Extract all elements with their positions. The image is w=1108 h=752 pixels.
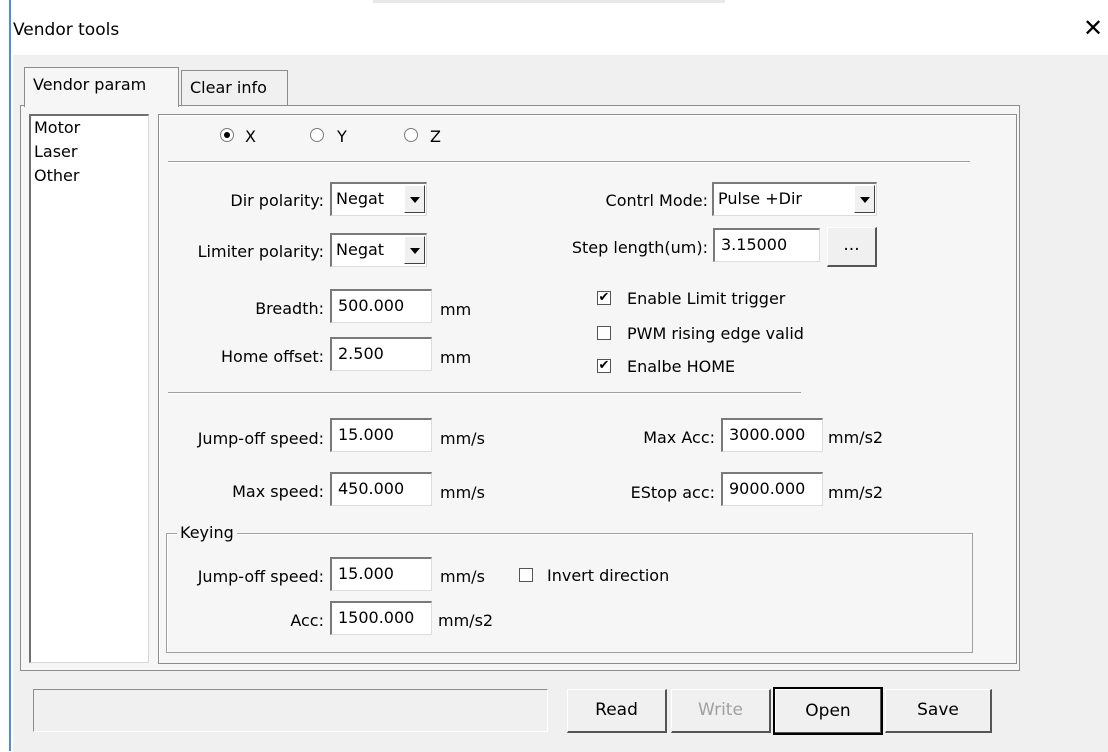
radio-x[interactable] bbox=[220, 128, 234, 142]
control-mode-value: Pulse +Dir bbox=[718, 189, 802, 208]
status-field bbox=[33, 689, 548, 732]
limiter-polarity-value: Negat bbox=[336, 240, 385, 259]
step-length-label: Step length(um): bbox=[571, 238, 708, 257]
jump-off-speed-input[interactable]: 15.000 bbox=[330, 418, 432, 452]
estop-acc-unit: mm/s2 bbox=[828, 483, 884, 502]
keying-acc-input[interactable]: 1500.000 bbox=[330, 601, 432, 635]
breadth-unit: mm bbox=[440, 300, 472, 319]
keying-jump-off-speed-unit: mm/s bbox=[440, 567, 485, 586]
limiter-polarity-select[interactable]: Negat bbox=[330, 233, 427, 267]
chevron-down-icon[interactable] bbox=[854, 185, 875, 213]
jump-off-speed-label: Jump-off speed: bbox=[197, 429, 324, 448]
list-item-other[interactable]: Other bbox=[31, 164, 148, 188]
keying-acc-unit: mm/s2 bbox=[438, 611, 494, 630]
estop-acc-input[interactable]: 9000.000 bbox=[721, 472, 823, 506]
radio-y-label: Y bbox=[337, 127, 347, 146]
dir-polarity-select[interactable]: Negat bbox=[330, 182, 427, 216]
separator-middle bbox=[168, 392, 801, 394]
max-speed-input[interactable]: 450.000 bbox=[330, 472, 432, 506]
window-title: Vendor tools bbox=[13, 20, 120, 40]
max-acc-input[interactable]: 3000.000 bbox=[721, 418, 823, 452]
category-list[interactable]: Motor Laser Other bbox=[29, 114, 149, 663]
write-button[interactable]: Write bbox=[671, 689, 771, 733]
jump-off-speed-unit: mm/s bbox=[440, 429, 485, 448]
enable-home-checkbox[interactable]: ✔ bbox=[597, 359, 611, 373]
control-mode-label: Contrl Mode: bbox=[605, 191, 708, 210]
save-button[interactable]: Save bbox=[885, 689, 992, 733]
radio-z[interactable] bbox=[404, 128, 418, 142]
chevron-down-icon[interactable] bbox=[404, 185, 425, 213]
enable-limit-trigger-label: Enable Limit trigger bbox=[627, 289, 786, 308]
step-length-browse-button[interactable]: ... bbox=[827, 227, 877, 267]
home-offset-input[interactable]: 2.500 bbox=[330, 337, 432, 371]
home-offset-label: Home offset: bbox=[221, 347, 324, 366]
radio-x-label: X bbox=[245, 127, 256, 146]
keying-acc-label: Acc: bbox=[290, 611, 324, 630]
chevron-down-icon[interactable] bbox=[404, 236, 425, 264]
step-length-input[interactable]: 3.15000 bbox=[713, 228, 820, 262]
radio-z-label: Z bbox=[430, 127, 441, 146]
enable-home-label: Enalbe HOME bbox=[627, 357, 736, 376]
estop-acc-label: EStop acc: bbox=[630, 483, 715, 502]
tab-vendor-param[interactable]: Vendor param bbox=[24, 67, 179, 107]
keying-jump-off-speed-input[interactable]: 15.000 bbox=[330, 557, 432, 591]
keying-group bbox=[166, 533, 973, 653]
list-item-laser[interactable]: Laser bbox=[31, 140, 148, 164]
dir-polarity-label: Dir polarity: bbox=[230, 191, 324, 210]
max-acc-label: Max Acc: bbox=[643, 428, 715, 447]
pwm-rising-edge-label: PWM rising edge valid bbox=[627, 324, 804, 343]
open-button[interactable]: Open bbox=[773, 687, 883, 735]
breadth-input[interactable]: 500.000 bbox=[330, 289, 432, 323]
window-left-edge bbox=[9, 0, 11, 751]
invert-direction-label: Invert direction bbox=[547, 566, 670, 585]
home-offset-unit: mm bbox=[440, 348, 472, 367]
control-mode-select[interactable]: Pulse +Dir bbox=[712, 182, 877, 216]
limiter-polarity-label: Limiter polarity: bbox=[197, 242, 324, 261]
max-speed-label: Max speed: bbox=[232, 482, 324, 501]
pwm-rising-edge-checkbox[interactable] bbox=[597, 326, 611, 340]
tab-clear-info[interactable]: Clear info bbox=[181, 70, 288, 105]
max-speed-unit: mm/s bbox=[440, 483, 485, 502]
close-icon[interactable]: ✕ bbox=[1083, 14, 1103, 42]
invert-direction-checkbox[interactable] bbox=[519, 568, 533, 582]
dir-polarity-value: Negat bbox=[336, 189, 385, 208]
read-button[interactable]: Read bbox=[567, 689, 667, 733]
list-item-motor[interactable]: Motor bbox=[31, 116, 148, 140]
max-acc-unit: mm/s2 bbox=[828, 428, 884, 447]
radio-y[interactable] bbox=[310, 128, 324, 142]
title-strip bbox=[373, 0, 725, 3]
keying-jump-off-speed-label: Jump-off speed: bbox=[197, 567, 324, 586]
breadth-label: Breadth: bbox=[255, 299, 324, 318]
keying-group-title: Keying bbox=[177, 523, 237, 543]
enable-limit-trigger-checkbox[interactable]: ✔ bbox=[597, 291, 611, 305]
separator-top bbox=[168, 161, 970, 163]
